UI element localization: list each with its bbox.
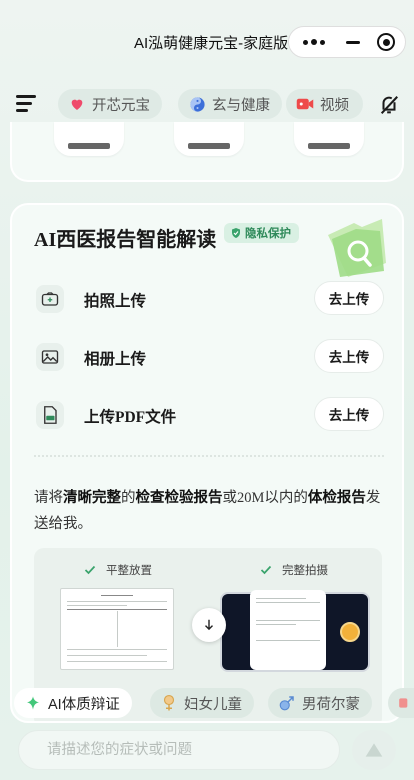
pdf-icon <box>36 401 64 429</box>
yin-yang-icon <box>188 95 206 113</box>
upload-row-pdf: 上传PDF文件 去上传 <box>34 397 384 433</box>
example-label-text: 完整拍摄 <box>282 565 328 577</box>
nav-pill-kaixin[interactable]: 开芯元宝 <box>58 89 162 119</box>
chip-label: AI体质辩证 <box>48 696 120 713</box>
shutter-button <box>340 622 360 642</box>
more-options-icon[interactable] <box>289 39 338 45</box>
male-icon <box>278 694 296 712</box>
chip-male-hormone[interactable]: 男荷尔蒙 <box>268 688 372 718</box>
chip-label: 男荷尔蒙 <box>302 696 360 713</box>
arrow-down-icon <box>192 608 226 642</box>
nav-pill-label: 玄与健康 <box>212 97 270 114</box>
upload-pdf-button[interactable]: 去上传 <box>314 397 384 431</box>
example-report-image <box>60 588 174 670</box>
previous-card-button[interactable] <box>294 122 364 156</box>
instruction-emphasis: 清晰完整 <box>63 490 121 506</box>
tag-icon <box>398 694 412 712</box>
upload-row-label: 相册上传 <box>84 351 147 368</box>
nav-pill-label: 开芯元宝 <box>92 97 150 114</box>
minimize-icon[interactable] <box>338 40 367 44</box>
previous-card <box>10 122 404 182</box>
example-label-text: 平整放置 <box>106 565 152 577</box>
chip-label: 妇女儿童 <box>184 696 242 713</box>
upload-instructions: 请将清晰完整的检查检验报告或20M以内的体检报告发送给我。 <box>34 485 384 537</box>
upload-album-button[interactable]: 去上传 <box>314 339 384 373</box>
title-bar: AI泓萌健康元宝-家庭版 <box>0 0 414 80</box>
message-input-bar <box>18 730 340 770</box>
example-paper <box>250 590 326 670</box>
nav-pill-xuanyu[interactable]: 玄与健康 <box>178 89 282 119</box>
check-icon <box>84 565 96 575</box>
quick-topic-chips: AI体质辩证 妇女儿童 男荷尔蒙 <box>0 688 414 720</box>
feature-nav: 开芯元宝 玄与健康 视频 <box>0 86 414 122</box>
sparkle-icon <box>24 694 42 712</box>
chip-more[interactable] <box>388 688 414 718</box>
instruction-emphasis: 体检报告 <box>307 490 366 506</box>
previous-card-button[interactable] <box>54 122 124 156</box>
upload-row-label: 拍照上传 <box>84 293 147 310</box>
camera-icon <box>36 285 64 313</box>
instruction-text: 或20M以内的 <box>222 490 308 506</box>
image-icon <box>36 343 64 371</box>
chip-ai-constitution[interactable]: AI体质辩证 <box>14 688 132 718</box>
mute-icon[interactable] <box>378 94 400 116</box>
card-title: AI西医报告智能解读 <box>34 229 217 251</box>
privacy-badge-label: 隐私保护 <box>245 228 291 240</box>
mini-program-capsule <box>288 26 406 58</box>
example-phone-capture <box>220 590 370 672</box>
close-target-icon[interactable] <box>368 33 405 51</box>
upload-row-label: 上传PDF文件 <box>84 409 177 426</box>
example-label-flat: 平整放置 <box>84 562 152 578</box>
nav-pill-label: 视频 <box>320 97 349 114</box>
window-title: AI泓萌健康元宝-家庭版 <box>134 35 289 52</box>
example-label-complete: 完整拍摄 <box>260 562 328 578</box>
privacy-badge: 隐私保护 <box>224 223 299 243</box>
send-button[interactable] <box>352 730 396 770</box>
divider <box>34 455 384 457</box>
instruction-text: 请将 <box>34 490 63 506</box>
upload-row-album: 相册上传 去上传 <box>34 339 384 375</box>
report-interpretation-card: AI西医报告智能解读 隐私保护 拍照上传 去上传 相册上传 去上传 上传PDF文… <box>10 203 404 723</box>
shield-icon <box>232 228 240 238</box>
folder-search-icon <box>320 217 390 279</box>
nav-pill-video[interactable]: 视频 <box>286 89 363 119</box>
symptom-input[interactable] <box>47 731 327 769</box>
instruction-text: 的 <box>121 490 136 506</box>
instruction-emphasis: 检查检验报告 <box>135 490 223 506</box>
check-icon <box>260 565 272 575</box>
female-icon <box>160 694 178 712</box>
menu-icon[interactable] <box>16 95 36 113</box>
upload-row-camera: 拍照上传 去上传 <box>34 281 384 317</box>
upload-camera-button[interactable]: 去上传 <box>314 281 384 315</box>
chip-women-children[interactable]: 妇女儿童 <box>150 688 254 718</box>
send-triangle-icon <box>365 743 383 757</box>
previous-card-button[interactable] <box>174 122 244 156</box>
video-icon <box>296 95 314 113</box>
heart-icon <box>68 95 86 113</box>
